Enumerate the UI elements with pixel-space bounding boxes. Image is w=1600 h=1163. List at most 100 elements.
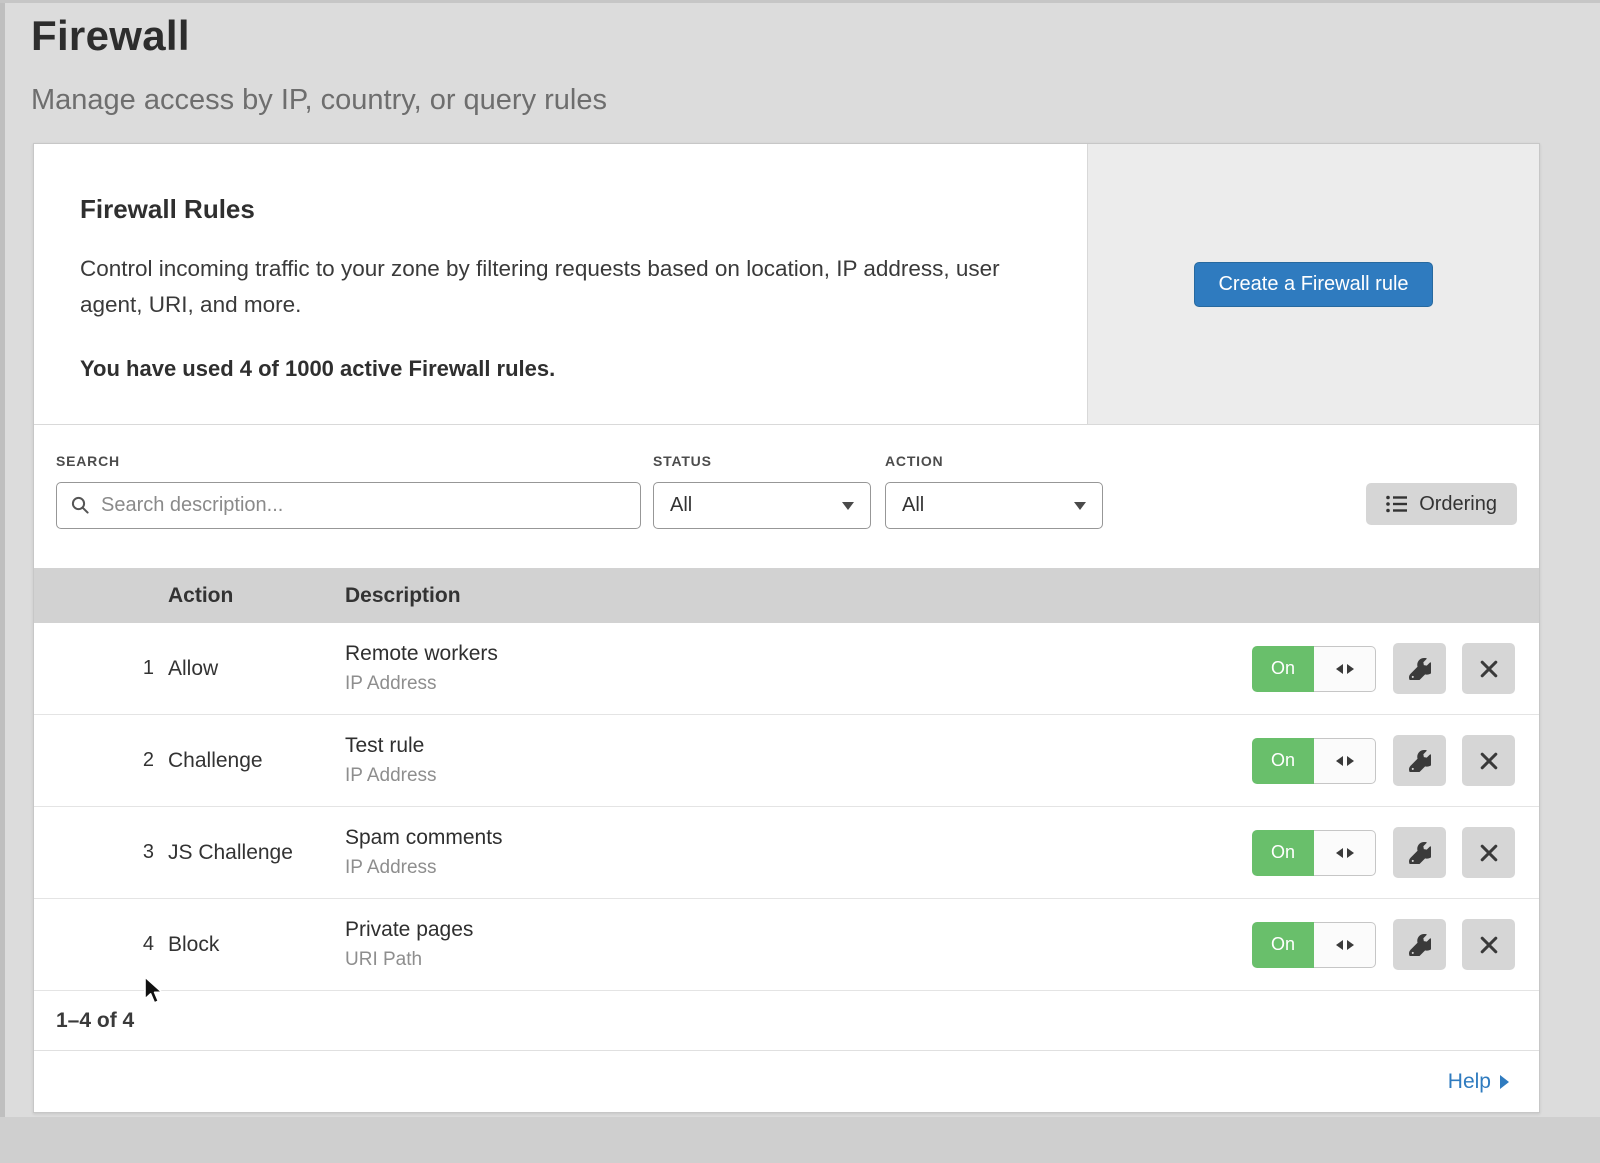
rule-enabled-toggle[interactable]: On: [1252, 646, 1376, 692]
create-rule-panel: Create a Firewall rule: [1087, 144, 1539, 424]
rule-action: Allow: [168, 657, 345, 681]
col-description: Description: [345, 584, 1539, 608]
rule-priority: 3: [34, 841, 168, 864]
arrow-right-icon: [1500, 1075, 1509, 1089]
arrow-left-glyph: [1336, 664, 1343, 674]
close-icon: [1479, 843, 1499, 863]
page-header: Firewall Manage access by IP, country, o…: [31, 12, 607, 117]
rule-action: JS Challenge: [168, 841, 345, 865]
section-heading: Firewall Rules: [80, 194, 1047, 225]
rule-controls: On: [1252, 643, 1515, 694]
help-row: Help: [34, 1051, 1539, 1112]
edit-rule-button[interactable]: [1393, 827, 1446, 878]
rule-enabled-toggle[interactable]: On: [1252, 922, 1376, 968]
close-icon: [1479, 659, 1499, 679]
chevron-down-icon: [1074, 502, 1086, 510]
rule-description: Spam comments: [345, 826, 1252, 850]
wrench-icon: [1409, 842, 1431, 864]
action-select[interactable]: All: [885, 482, 1103, 529]
status-label: STATUS: [653, 453, 871, 469]
rule-match-type: URI Path: [345, 949, 1252, 971]
toggle-on-label[interactable]: On: [1252, 830, 1314, 876]
rule-priority: 4: [34, 933, 168, 956]
page-background-strip: [0, 1117, 1600, 1163]
rule-action: Challenge: [168, 749, 345, 773]
arrow-right-glyph: [1347, 940, 1354, 950]
toggle-on-label[interactable]: On: [1252, 646, 1314, 692]
intro-text: Firewall Rules Control incoming traffic …: [34, 144, 1087, 424]
intro-section: Firewall Rules Control incoming traffic …: [34, 144, 1539, 425]
rule-match-type: IP Address: [345, 673, 1252, 695]
wrench-icon: [1409, 750, 1431, 772]
rule-description-cell: Private pages URI Path: [345, 918, 1252, 971]
table-row: 3 JS Challenge Spam comments IP Address …: [34, 807, 1539, 899]
create-firewall-rule-button[interactable]: Create a Firewall rule: [1194, 262, 1432, 307]
delete-rule-button[interactable]: [1462, 827, 1515, 878]
rule-description: Private pages: [345, 918, 1252, 942]
toggle-handle-icon[interactable]: [1314, 922, 1376, 968]
arrow-right-glyph: [1347, 664, 1354, 674]
page-subtitle: Manage access by IP, country, or query r…: [31, 84, 607, 117]
rule-description: Test rule: [345, 734, 1252, 758]
toggle-on-label[interactable]: On: [1252, 738, 1314, 784]
pagination-text: 1–4 of 4: [56, 1009, 134, 1033]
toggle-handle-icon[interactable]: [1314, 738, 1376, 784]
mouse-cursor: [142, 976, 166, 1006]
search-box: [56, 482, 641, 529]
close-icon: [1479, 935, 1499, 955]
status-select[interactable]: All: [653, 482, 871, 529]
usage-note: You have used 4 of 1000 active Firewall …: [80, 356, 1047, 382]
arrow-left-glyph: [1336, 848, 1343, 858]
status-filter: STATUS All: [653, 453, 871, 529]
delete-rule-button[interactable]: [1462, 643, 1515, 694]
rule-enabled-toggle[interactable]: On: [1252, 830, 1376, 876]
close-icon: [1479, 751, 1499, 771]
table-header: Action Description: [34, 568, 1539, 623]
rule-priority: 1: [34, 657, 168, 680]
rules-table: Action Description 1 Allow Remote worker…: [34, 568, 1539, 1112]
edit-rule-button[interactable]: [1393, 735, 1446, 786]
action-label: ACTION: [885, 453, 1103, 469]
window-edge-top: [0, 0, 1600, 3]
rule-controls: On: [1252, 827, 1515, 878]
rule-controls: On: [1252, 735, 1515, 786]
search-icon: [70, 495, 90, 515]
help-label: Help: [1448, 1070, 1491, 1094]
rule-description-cell: Remote workers IP Address: [345, 642, 1252, 695]
rule-description-cell: Test rule IP Address: [345, 734, 1252, 787]
rule-action: Block: [168, 933, 345, 957]
ordering-label: Ordering: [1419, 493, 1497, 516]
toggle-handle-icon[interactable]: [1314, 646, 1376, 692]
pagination: 1–4 of 4: [34, 991, 1539, 1051]
edit-rule-button[interactable]: [1393, 643, 1446, 694]
edit-rule-button[interactable]: [1393, 919, 1446, 970]
rule-priority: 2: [34, 749, 168, 772]
table-body: 1 Allow Remote workers IP Address On: [34, 623, 1539, 991]
rule-match-type: IP Address: [345, 857, 1252, 879]
wrench-icon: [1409, 934, 1431, 956]
arrow-right-glyph: [1347, 756, 1354, 766]
search-input[interactable]: [56, 482, 641, 529]
rule-description-cell: Spam comments IP Address: [345, 826, 1252, 879]
action-filter: ACTION All: [885, 453, 1103, 529]
chevron-down-icon: [842, 502, 854, 510]
arrow-left-glyph: [1336, 940, 1343, 950]
toggle-on-label[interactable]: On: [1252, 922, 1314, 968]
wrench-icon: [1409, 658, 1431, 680]
table-row: 4 Block Private pages URI Path On: [34, 899, 1539, 991]
delete-rule-button[interactable]: [1462, 919, 1515, 970]
status-select-value: All: [670, 494, 692, 517]
arrow-left-glyph: [1336, 756, 1343, 766]
ordering-button[interactable]: Ordering: [1366, 483, 1517, 525]
rule-enabled-toggle[interactable]: On: [1252, 738, 1376, 784]
help-link[interactable]: Help: [1448, 1070, 1509, 1094]
col-action: Action: [168, 584, 345, 608]
delete-rule-button[interactable]: [1462, 735, 1515, 786]
arrow-right-glyph: [1347, 848, 1354, 858]
toggle-handle-icon[interactable]: [1314, 830, 1376, 876]
rule-description: Remote workers: [345, 642, 1252, 666]
rule-controls: On: [1252, 919, 1515, 970]
page-title: Firewall: [31, 12, 607, 60]
table-row: 2 Challenge Test rule IP Address On: [34, 715, 1539, 807]
search-label: SEARCH: [56, 453, 641, 469]
